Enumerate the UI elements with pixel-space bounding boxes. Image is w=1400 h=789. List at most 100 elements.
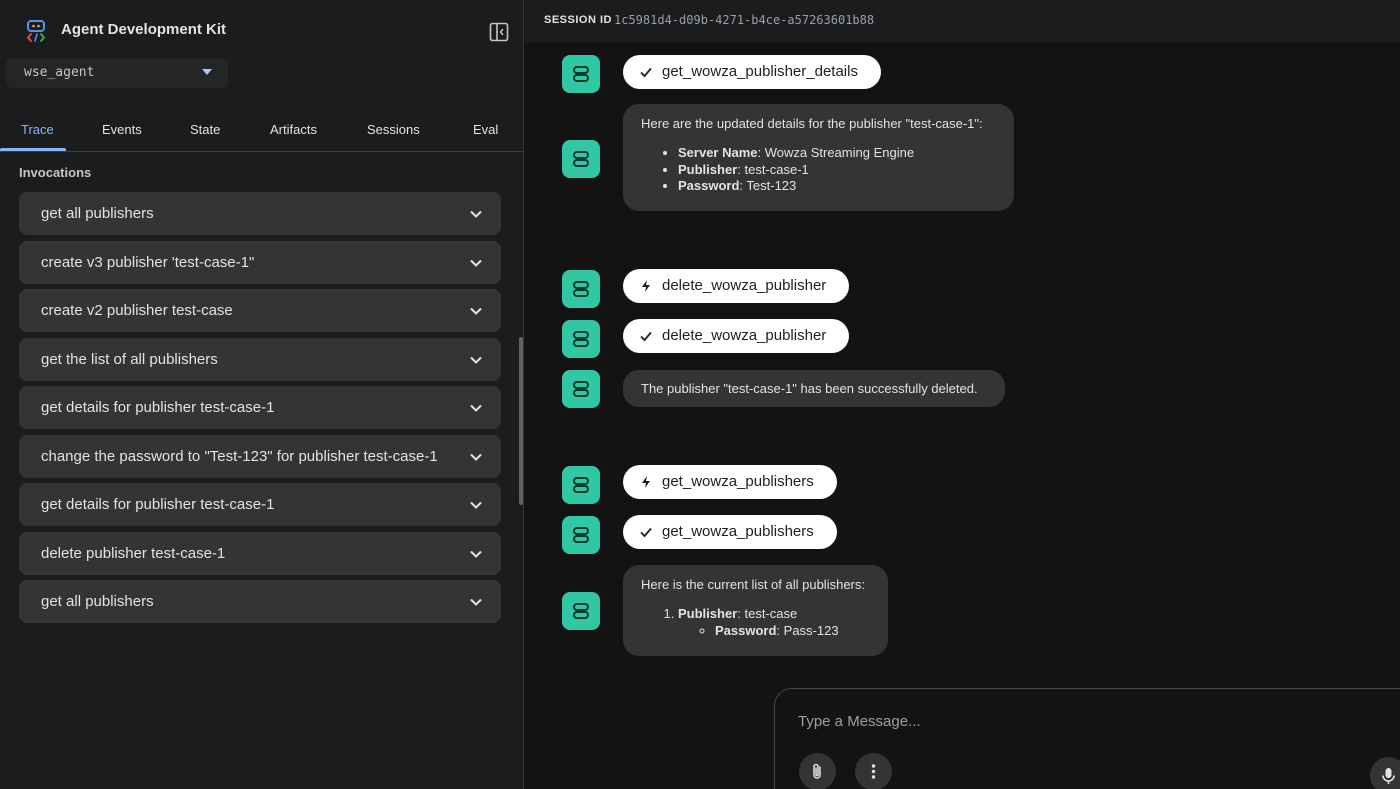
bot-avatar — [562, 140, 600, 178]
message-composer — [774, 688, 1400, 789]
bot-icon — [573, 477, 589, 493]
tab-trace[interactable]: Trace — [21, 122, 54, 137]
chevron-down-icon — [470, 307, 482, 315]
function-name: delete_wowza_publisher — [662, 327, 827, 344]
chevron-down-icon — [470, 404, 482, 412]
list-item: Password: Pass-123 — [715, 623, 870, 640]
function-response-chip[interactable]: get_wowza_publisher_details — [623, 55, 881, 89]
agent-select-value: wse_agent — [24, 65, 95, 80]
function-call-chip[interactable]: get_wowza_publishers — [623, 465, 837, 499]
chevron-down-icon — [470, 259, 482, 267]
publishers-list: Publisher: test-case Password: Pass-123 — [678, 606, 870, 639]
list-item: Server Name: Wowza Streaming Engine — [678, 145, 996, 162]
active-tab-indicator — [0, 148, 66, 151]
invocation-item[interactable]: get details for publisher test-case-1 — [19, 386, 501, 429]
bot-icon — [573, 603, 589, 619]
invocation-label: change the password to "Test-123" for pu… — [41, 447, 438, 465]
function-response-chip[interactable]: get_wowza_publishers — [623, 515, 837, 549]
invocations-heading: Invocations — [19, 165, 92, 180]
bolt-icon — [642, 280, 650, 292]
panel-tabs: Trace Events State Artifacts Sessions Ev… — [0, 108, 524, 152]
sub-list: Password: Pass-123 — [715, 623, 870, 640]
invocation-item[interactable]: get details for publisher test-case-1 — [19, 483, 501, 526]
invocation-label: create v2 publisher test-case — [41, 302, 233, 319]
side-panel-scrollbar[interactable] — [519, 337, 523, 505]
bot-avatar — [562, 55, 600, 93]
chevron-down-icon — [470, 598, 482, 606]
function-name: get_wowza_publisher_details — [662, 63, 858, 80]
side-panel: Agent Development Kit wse_agent Trace Ev… — [0, 0, 524, 789]
chevron-down-icon — [470, 550, 482, 558]
message-text: The publisher "test-case-1" has been suc… — [641, 381, 978, 396]
agent-select-dropdown[interactable]: wse_agent — [6, 58, 228, 88]
invocation-item[interactable]: get all publishers — [19, 580, 501, 623]
bot-icon — [573, 66, 589, 82]
bot-avatar — [562, 516, 600, 554]
function-name: delete_wowza_publisher — [662, 277, 827, 294]
message-text: Here are the updated details for the pub… — [641, 116, 983, 131]
bot-avatar — [562, 370, 600, 408]
check-icon — [640, 67, 652, 78]
microphone-icon — [1382, 768, 1395, 784]
check-icon — [640, 527, 652, 538]
bot-avatar — [562, 466, 600, 504]
chat-area: SESSION ID 1c5981d4-d09b-4271-b4ce-a5726… — [525, 0, 1400, 789]
bot-icon — [573, 527, 589, 543]
list-item: Password: Test-123 — [678, 178, 996, 195]
session-bar: SESSION ID 1c5981d4-d09b-4271-b4ce-a5726… — [525, 0, 1400, 42]
voice-input-button[interactable] — [1370, 757, 1400, 789]
message-text: Here is the current list of all publishe… — [641, 577, 865, 592]
bot-icon — [573, 281, 589, 297]
invocation-label: create v3 publisher 'test-case-1" — [41, 253, 255, 271]
bot-avatar — [562, 592, 600, 630]
bot-icon — [573, 151, 589, 167]
invocation-item[interactable]: get all publishers — [19, 192, 501, 235]
more-options-button[interactable] — [855, 753, 892, 789]
invocation-item[interactable]: create v2 publisher test-case — [19, 289, 501, 332]
more-vert-icon — [871, 764, 876, 779]
session-id-value: 1c5981d4-d09b-4271-b4ce-a57263601b88 — [614, 13, 875, 27]
dropdown-arrow-icon — [202, 69, 212, 75]
tab-artifacts[interactable]: Artifacts — [270, 122, 317, 137]
invocation-label: get details for publisher test-case-1 — [41, 399, 275, 416]
chevron-down-icon — [470, 453, 482, 461]
tab-state[interactable]: State — [190, 122, 220, 137]
invocation-label: get the list of all publishers — [41, 350, 218, 368]
function-response-chip[interactable]: delete_wowza_publisher — [623, 319, 849, 353]
chevron-down-icon — [470, 501, 482, 509]
paperclip-icon — [813, 763, 821, 779]
invocations-list: get all publishers create v3 publisher '… — [19, 192, 501, 629]
invocation-item[interactable]: get the list of all publishers — [19, 337, 501, 381]
agent-message-bubble: The publisher "test-case-1" has been suc… — [623, 370, 1005, 407]
tab-eval[interactable]: Eval — [473, 122, 498, 137]
invocation-item[interactable]: create v3 publisher 'test-case-1" — [19, 240, 501, 284]
agent-message-bubble: Here is the current list of all publishe… — [623, 565, 888, 656]
check-icon — [640, 331, 652, 342]
list-item: Publisher: test-case Password: Pass-123 — [678, 606, 870, 639]
collapse-panel-icon[interactable] — [488, 21, 510, 43]
function-name: get_wowza_publishers — [662, 473, 814, 490]
bot-icon — [573, 331, 589, 347]
details-list: Server Name: Wowza Streaming Engine Publ… — [678, 145, 996, 195]
message-input[interactable] — [798, 713, 1358, 730]
bot-icon — [573, 381, 589, 397]
function-call-chip[interactable]: delete_wowza_publisher — [623, 269, 849, 303]
agent-message-bubble: Here are the updated details for the pub… — [623, 104, 1014, 211]
session-id-label: SESSION ID — [544, 14, 612, 26]
attach-button[interactable] — [799, 753, 836, 789]
invocation-label: get details for publisher test-case-1 — [41, 496, 275, 513]
tab-sessions[interactable]: Sessions — [367, 122, 420, 137]
bot-avatar — [562, 320, 600, 358]
invocation-item[interactable]: delete publisher test-case-1 — [19, 531, 501, 575]
bot-avatar — [562, 270, 600, 308]
tab-events[interactable]: Events — [102, 122, 142, 137]
invocation-item[interactable]: change the password to "Test-123" for pu… — [19, 434, 501, 478]
chevron-down-icon — [470, 356, 482, 364]
bolt-icon — [642, 476, 650, 488]
list-item: Publisher: test-case-1 — [678, 162, 996, 179]
app-title: Agent Development Kit — [61, 21, 227, 38]
invocation-label: get all publishers — [41, 205, 154, 222]
function-name: get_wowza_publishers — [662, 523, 814, 540]
adk-logo-icon — [26, 20, 46, 42]
invocation-label: get all publishers — [41, 593, 154, 610]
